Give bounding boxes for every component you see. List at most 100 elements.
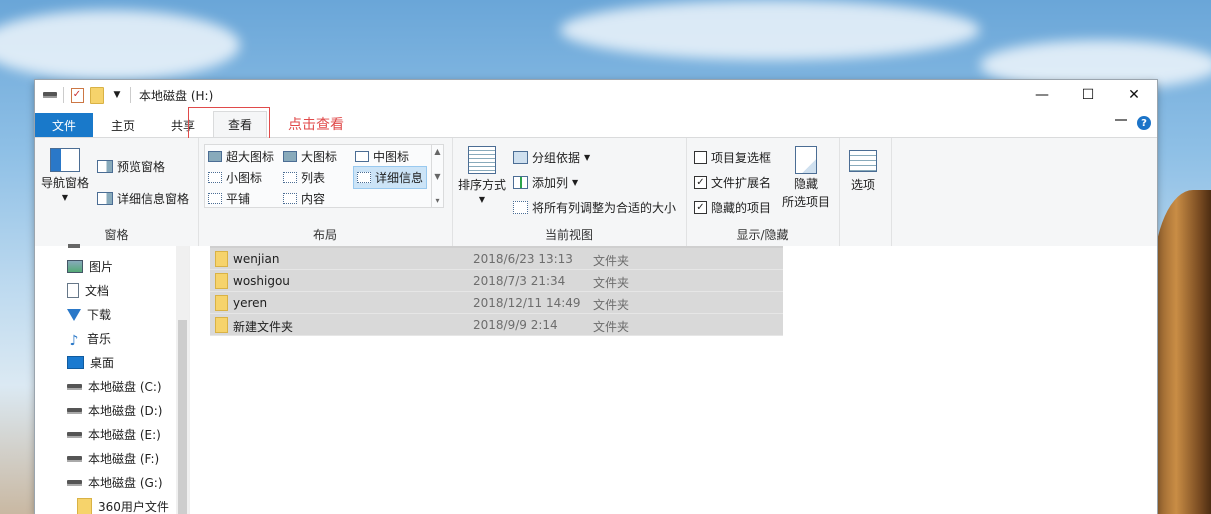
group-by-label: 分组依据 — [532, 151, 581, 165]
file-extensions-checkbox[interactable]: ✓ — [694, 176, 707, 189]
nav-item[interactable]: 下载 — [67, 306, 111, 323]
nav-pane-button[interactable]: 导航窗格 ▼ — [41, 148, 89, 202]
nav-item-label: 桌面 — [90, 356, 115, 370]
fit-columns-button[interactable]: 将所有列调整为合适的大小 — [513, 199, 676, 216]
nav-item[interactable]: 本地磁盘 (D:) — [67, 402, 162, 419]
layout-large-icons[interactable]: 大图标 — [283, 148, 337, 165]
chevron-down-icon[interactable]: ▼ — [434, 172, 440, 181]
nav-item[interactable]: 图片 — [67, 258, 113, 275]
file-list: wenjian 2018/6/23 13:13 文件夹 woshigou 2018/7/… — [189, 246, 1157, 514]
pin-ribbon-icon[interactable] — [1115, 119, 1127, 127]
help-icon[interactable]: ? — [1137, 116, 1151, 130]
nav-item-label: 文档 — [85, 284, 110, 298]
file-name: yeren — [233, 296, 268, 310]
chevron-down-icon[interactable]: ▼ — [110, 88, 124, 102]
layout-content[interactable]: 内容 — [283, 190, 325, 207]
nav-item-label: 360用户文件 — [98, 500, 169, 514]
nav-item[interactable]: 文档 — [67, 282, 109, 299]
navigation-pane: 图片文档下载 ♪ 音乐桌面本地磁盘 (C:) 本地磁盘 (D:) 本地磁盘 (E:) 本地… — [35, 244, 176, 514]
file-row[interactable]: 新建文件夹 2018/9/9 2:14 文件夹 — [210, 314, 783, 336]
options-button[interactable]: 选项 — [849, 150, 877, 193]
new-folder-icon[interactable] — [90, 86, 104, 104]
nav-item-label: 下载 — [87, 308, 112, 322]
divider — [130, 87, 131, 103]
file-name: woshigou — [233, 274, 290, 288]
fit-columns-icon — [513, 201, 528, 214]
content-icon — [283, 193, 297, 204]
medium-icons-label: 中图标 — [373, 150, 410, 164]
hidden-items-checkbox[interactable]: ✓ — [694, 201, 707, 214]
group-label-layout: 布局 — [312, 228, 337, 242]
add-column-button[interactable]: 添加列 ▼ — [513, 174, 578, 191]
nav-scrollbar-thumb[interactable] — [178, 320, 187, 514]
tab-home[interactable]: 主页 — [97, 113, 149, 137]
minimize-button[interactable]: — — [1019, 80, 1065, 110]
group-label-panes: 窗格 — [104, 228, 129, 242]
preview-pane-button[interactable]: 预览窗格 — [97, 158, 165, 175]
nav-item[interactable]: 本地磁盘 (F:) — [67, 450, 159, 467]
close-button[interactable]: ✕ — [1111, 80, 1157, 110]
nav-item[interactable]: 本地磁盘 (G:) — [67, 474, 163, 491]
file-row[interactable]: woshigou 2018/7/3 21:34 文件夹 — [210, 270, 783, 292]
chevron-up-icon[interactable]: ▲ — [434, 147, 440, 156]
layout-list[interactable]: 列表 — [283, 169, 325, 186]
tab-file[interactable]: 文件 — [35, 113, 94, 137]
folder-icon — [215, 273, 228, 289]
wallpaper-rock — [1153, 190, 1211, 514]
nav-item[interactable]: ♪ 音乐 — [67, 330, 111, 349]
sort-by-label: 排序方式 — [458, 178, 507, 192]
hide-selected-icon — [795, 146, 817, 174]
expand-gallery-icon[interactable]: ▾ — [435, 196, 439, 205]
medium-icons-icon — [355, 151, 369, 162]
hidden-items-toggle[interactable]: ✓ 隐藏的项目 — [694, 199, 771, 216]
nav-scrollbar[interactable] — [176, 246, 189, 514]
nav-item[interactable]: 桌面 — [67, 354, 114, 371]
file-date: 2018/6/23 13:13 — [473, 252, 573, 266]
details-pane-button[interactable]: 详细信息窗格 — [97, 190, 189, 207]
nav-item[interactable]: 本地磁盘 (C:) — [67, 378, 162, 395]
layout-details[interactable]: 详细信息 — [353, 166, 428, 189]
hide-selected-button[interactable]: 隐藏 所选项目 — [782, 146, 830, 210]
group-by-icon — [513, 151, 528, 164]
layout-small-icons[interactable]: 小图标 — [208, 169, 262, 186]
small-icons-icon — [208, 172, 222, 183]
nav-item-label: 图片 — [89, 260, 114, 274]
fit-columns-label: 将所有列调整为合适的大小 — [532, 201, 677, 215]
hidden-items-label: 隐藏的项目 — [711, 201, 772, 215]
pictures-icon — [67, 260, 83, 273]
properties-check-icon[interactable]: ✓ — [70, 87, 84, 103]
preview-pane-icon — [97, 160, 113, 173]
layout-gallery-scroll[interactable]: ▲ ▼ ▾ — [431, 145, 443, 207]
group-options: 选项 — [839, 138, 892, 246]
layout-extra-large-icons[interactable]: 超大图标 — [208, 148, 274, 165]
options-icon — [849, 150, 877, 172]
nav-item[interactable]: 本地磁盘 (E:) — [67, 426, 161, 443]
nav-item[interactable]: 360用户文件 — [77, 498, 169, 514]
file-row[interactable]: wenjian 2018/6/23 13:13 文件夹 — [210, 248, 783, 270]
layout-medium-icons[interactable]: 中图标 — [355, 148, 409, 165]
details-pane-icon — [97, 192, 113, 205]
window-title: 本地磁盘 (H:) — [139, 88, 214, 103]
item-checkboxes-checkbox[interactable] — [694, 151, 707, 164]
layout-gallery: 超大图标 大图标 中图标 小图标 列表 详细信息 平铺 内容 ▲ ▼ ▾ — [204, 144, 444, 208]
folder-icon — [215, 295, 228, 311]
file-row[interactable]: yeren 2018/12/11 14:49 文件夹 — [210, 292, 783, 314]
drive-icon — [67, 407, 82, 414]
layout-tiles[interactable]: 平铺 — [208, 190, 250, 207]
group-by-button[interactable]: 分组依据 ▼ — [513, 149, 590, 166]
chevron-down-icon: ▼ — [61, 193, 69, 202]
drive-icon — [67, 383, 82, 390]
nav-item-label: 本地磁盘 (G:) — [88, 476, 163, 490]
file-extensions-toggle[interactable]: ✓ 文件扩展名 — [694, 174, 771, 191]
nav-item-label: 本地磁盘 (D:) — [88, 404, 163, 418]
maximize-button[interactable]: ☐ — [1065, 80, 1111, 110]
window-controls: — ☐ ✕ — [1019, 80, 1157, 110]
documents-icon — [67, 283, 79, 298]
drive-icon — [43, 88, 57, 102]
quick-access-toolbar: ✓ ▼ — [35, 86, 131, 104]
add-column-label: 添加列 — [532, 176, 569, 190]
sort-by-button[interactable]: 排序方式 ▼ — [458, 146, 506, 204]
desktop-icon — [67, 356, 84, 369]
file-date: 2018/9/9 2:14 — [473, 318, 558, 332]
item-checkboxes-toggle[interactable]: 项目复选框 — [694, 149, 771, 166]
